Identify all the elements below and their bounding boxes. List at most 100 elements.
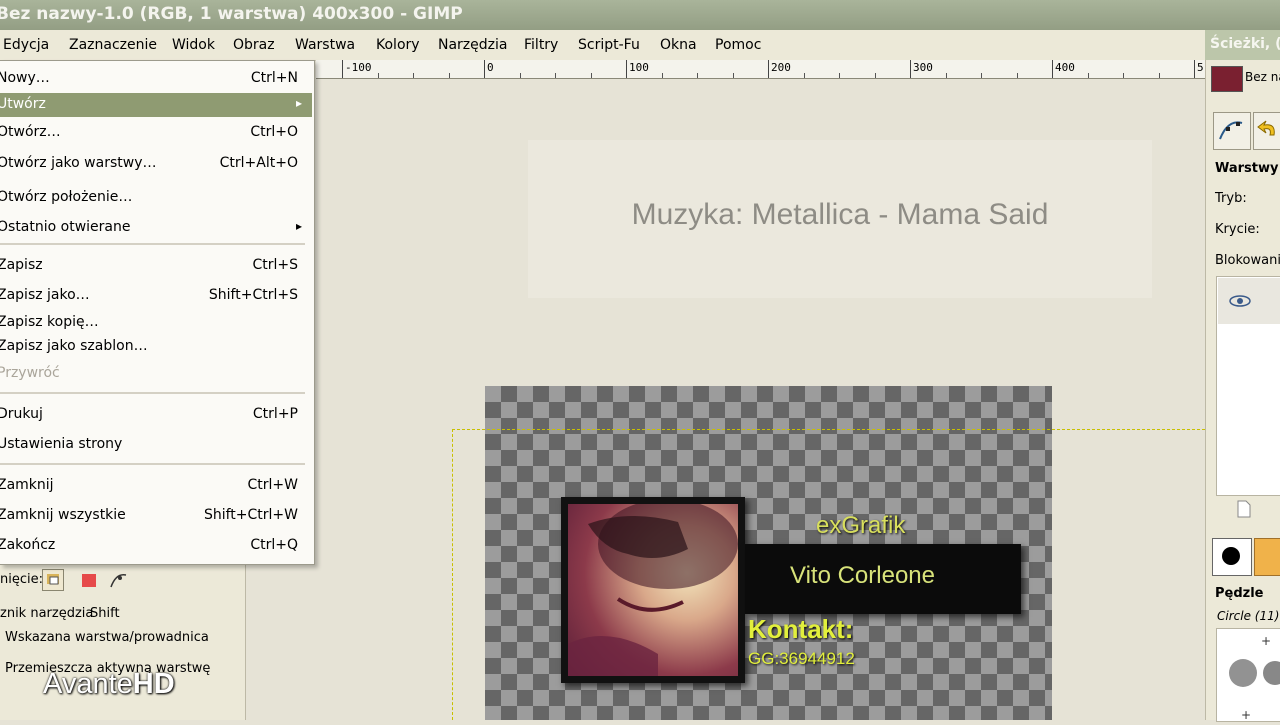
menu-item-shortcut: Ctrl+W <box>247 477 298 493</box>
menu-item-print[interactable]: Drukuj Ctrl+P <box>0 403 312 427</box>
menu-pomoc[interactable]: Pomoc <box>715 36 761 54</box>
menu-item-create[interactable]: Utwórz ▸ <box>0 93 312 117</box>
music-caption: Muzyka: Metallica - Mama Said <box>631 198 1049 231</box>
menu-item-label: Zapisz jako szablon… <box>0 338 148 354</box>
portrait-photo <box>568 504 738 676</box>
menu-item-label: Zapisz jako… <box>0 287 90 303</box>
ruler-label: 200 <box>771 61 791 74</box>
menu-item-save-as[interactable]: Zapisz jako… Shift+Ctrl+S <box>0 284 312 308</box>
window-title-bar: Bez nazwy-1.0 (RGB, 1 warstwa) 400x300 -… <box>0 0 1280 30</box>
menu-separator <box>0 463 305 465</box>
ruler-label: 0 <box>487 61 494 74</box>
svg-text:+: + <box>1261 634 1271 648</box>
menu-edycja[interactable]: Edycja <box>3 36 49 54</box>
menu-item-label: Otwórz… <box>0 124 61 140</box>
menu-item-open-location[interactable]: Otwórz położenie… <box>0 186 312 210</box>
menu-item-shortcut: Ctrl+O <box>250 124 298 140</box>
ruler-label: -100 <box>345 61 372 74</box>
brush-tab-icon[interactable] <box>1212 538 1252 576</box>
tool-toggle-label: znik narzędzia <box>0 606 94 621</box>
layer-opacity-label: Krycie: <box>1215 222 1260 237</box>
paths-tool-icon[interactable] <box>1213 112 1251 150</box>
menu-item-shortcut: Shift+Ctrl+S <box>208 287 298 303</box>
name-text: Vito Corleone <box>790 562 935 589</box>
menu-item-shortcut: Shift+Ctrl+W <box>203 507 298 523</box>
path-mode-icon[interactable] <box>108 569 130 591</box>
menu-narzedzia[interactable]: Narzędzia <box>438 36 507 54</box>
menu-item-close-all[interactable]: Zamknij wszystkie Shift+Ctrl+W <box>0 504 312 528</box>
submenu-arrow-icon: ▸ <box>295 219 302 233</box>
mode-label: nięcie: <box>0 572 43 587</box>
menu-item-recent[interactable]: Ostatnio otwierane ▸ <box>0 216 312 240</box>
file-menu-dropdown: Nowy… Ctrl+N Utwórz ▸ Otwórz… Ctrl+O Otw… <box>0 60 315 565</box>
horizontal-ruler[interactable]: -100 0 100 200 300 400 5 <box>316 60 1205 79</box>
menu-item-close[interactable]: Zamknij Ctrl+W <box>0 474 312 498</box>
eye-visibility-icon[interactable] <box>1228 293 1252 309</box>
image-thumbnail[interactable] <box>1211 66 1243 92</box>
new-layer-icon[interactable] <box>1236 500 1252 518</box>
ruler-label: 100 <box>629 61 649 74</box>
layer-boundary <box>452 429 1205 430</box>
menu-item-save-template[interactable]: Zapisz jako szablon… <box>0 335 312 359</box>
brushes-grid[interactable]: + + <box>1216 628 1280 722</box>
selection-mode-icon[interactable] <box>78 569 100 591</box>
window-title: Bez nazwy-1.0 (RGB, 1 warstwa) 400x300 -… <box>0 4 463 24</box>
menu-item-revert: Przywróć <box>0 362 312 386</box>
menu-item-label: Ostatnio otwierane <box>0 219 131 235</box>
menu-item-shortcut: Ctrl+Alt+O <box>219 155 298 171</box>
layer-boundary <box>452 429 453 720</box>
menu-separator <box>0 392 305 394</box>
menu-item-label: Otwórz jako warstwy… <box>0 155 157 171</box>
menu-item-shortcut: Ctrl+P <box>252 406 298 422</box>
menu-item-label: Zapisz <box>0 257 43 273</box>
menu-obraz[interactable]: Obraz <box>233 36 275 54</box>
pattern-tab-icon[interactable] <box>1254 538 1280 576</box>
menu-item-open[interactable]: Otwórz… Ctrl+O <box>0 121 312 145</box>
ruler-label: 5 <box>1197 61 1204 74</box>
menu-zaznaczenie[interactable]: Zaznaczenie <box>69 36 157 54</box>
brush-name: Circle (11) <box>1217 609 1280 623</box>
menu-kolory[interactable]: Kolory <box>376 36 420 54</box>
menu-item-label: Zamknij wszystkie <box>0 507 126 523</box>
layer-mode-label: Tryb: <box>1215 191 1247 206</box>
menu-item-label: Utwórz <box>0 96 46 112</box>
menu-bar: Edycja Zaznaczenie Widok Obraz Warstwa K… <box>0 30 1205 61</box>
image-tab-label[interactable]: Bez na <box>1245 70 1280 84</box>
menu-okna[interactable]: Okna <box>660 36 697 54</box>
menu-item-shortcut: Ctrl+N <box>250 70 298 86</box>
menu-item-shortcut: Ctrl+Q <box>250 537 298 553</box>
menu-item-save-copy[interactable]: Zapisz kopię… <box>0 311 312 335</box>
menu-item-quit[interactable]: Zakończ Ctrl+Q <box>0 534 312 558</box>
brushes-title: Pędzle <box>1215 586 1264 601</box>
menu-widok[interactable]: Widok <box>172 36 215 54</box>
svg-text:+: + <box>1241 708 1251 721</box>
layer-mode-icon[interactable] <box>42 569 64 591</box>
layer-lock-label: Blokowanie <box>1215 253 1280 268</box>
menu-item-page-setup[interactable]: Ustawienia strony <box>0 433 312 457</box>
watermark-hd: HD <box>132 668 175 700</box>
watermark-text: Avante <box>43 668 133 700</box>
menu-item-label: Zamknij <box>0 477 54 493</box>
menu-item-label: Zakończ <box>0 537 56 553</box>
ruler-label: 400 <box>1055 61 1075 74</box>
undo-history-icon[interactable] <box>1253 112 1280 150</box>
tool-toggle-key: Shift <box>90 606 120 621</box>
option-pick-layer[interactable]: Wskazana warstwa/prowadnica <box>5 630 209 645</box>
submenu-arrow-icon: ▸ <box>295 96 302 110</box>
brand-text: exGrafik <box>816 512 906 539</box>
menu-item-label: Otwórz położenie… <box>0 189 133 205</box>
layers-title: Warstwy <box>1215 161 1279 176</box>
menu-item-open-as-layers[interactable]: Otwórz jako warstwy… Ctrl+Alt+O <box>0 152 312 176</box>
menu-item-label: Przywróć <box>0 365 60 381</box>
contact-label: Kontakt: <box>748 614 854 644</box>
watermark-logo: AvanteHD <box>43 668 175 701</box>
menu-item-label: Ustawienia strony <box>0 436 123 452</box>
menu-separator <box>0 243 305 245</box>
menu-filtry[interactable]: Filtry <box>524 36 558 54</box>
ruler-label: 300 <box>913 61 933 74</box>
menu-script-fu[interactable]: Script-Fu <box>578 36 640 54</box>
dock-title: Ścieżki, ( <box>1205 30 1280 60</box>
menu-warstwa[interactable]: Warstwa <box>295 36 355 54</box>
menu-item-new[interactable]: Nowy… Ctrl+N <box>0 67 312 91</box>
menu-item-save[interactable]: Zapisz Ctrl+S <box>0 254 312 278</box>
